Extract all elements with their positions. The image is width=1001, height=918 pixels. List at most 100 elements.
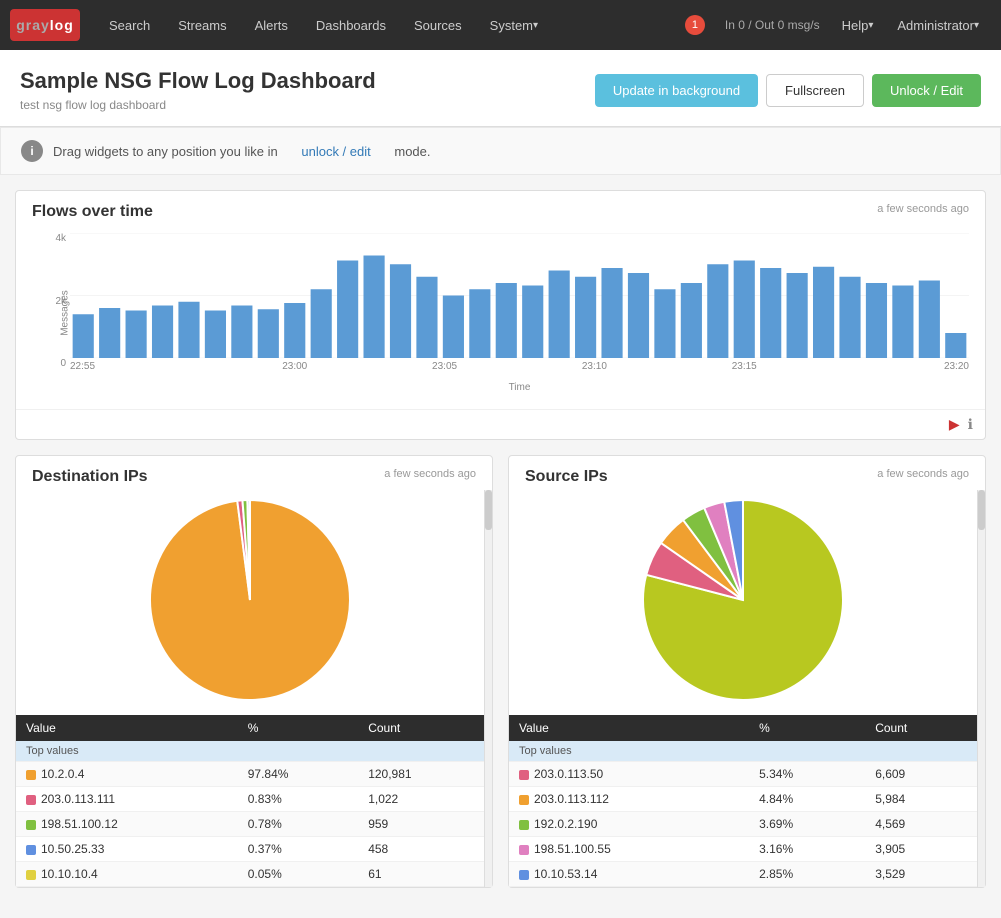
src-ips-timestamp: a few seconds ago <box>877 468 969 480</box>
x-tick-2320: 23:20 <box>819 361 969 372</box>
main-content: Flows over time a few seconds ago 4k 2k … <box>0 175 1001 918</box>
y-axis-label: Messages <box>59 290 70 336</box>
src-ips-table: Value % Count Top values 203.0.113. <box>509 715 977 887</box>
src-ip-pct: 3.16% <box>749 837 865 862</box>
flows-widget-timestamp: a few seconds ago <box>877 203 969 215</box>
src-ip-value: 192.0.2.190 <box>509 812 749 837</box>
info-text-before: Drag widgets to any position you like in <box>53 144 278 159</box>
nav-sources[interactable]: Sources <box>400 0 476 50</box>
info-text-after: mode. <box>394 144 430 159</box>
src-ip-count: 4,569 <box>865 812 977 837</box>
x-tick-2315: 23:15 <box>669 361 819 372</box>
source-ips-widget: Source IPs a few seconds ago <box>508 455 986 888</box>
table-row: 203.0.113.111 0.83% 1,022 <box>16 787 484 812</box>
dest-ip-value: 10.50.25.33 <box>16 837 238 862</box>
unlock-edit-button[interactable]: Unlock / Edit <box>872 74 981 107</box>
page-header: Sample NSG Flow Log Dashboard test nsg f… <box>0 50 1001 127</box>
src-ip-count: 3,905 <box>865 837 977 862</box>
info-circle-icon[interactable]: ℹ <box>968 416 973 433</box>
dest-ip-pct: 97.84% <box>238 762 358 787</box>
brand-logo[interactable]: graylog <box>10 9 80 41</box>
y-tick-4k: 4k <box>55 233 66 244</box>
bar-chart <box>70 233 969 358</box>
info-bar: i Drag widgets to any position you like … <box>0 127 1001 175</box>
dest-pie-container <box>16 490 484 715</box>
flows-over-time-widget: Flows over time a few seconds ago 4k 2k … <box>15 190 986 440</box>
nav-search[interactable]: Search <box>95 0 164 50</box>
x-tick-2255: 22:55 <box>70 361 220 372</box>
dest-ip-pct: 0.05% <box>238 862 358 887</box>
x-tick-2305: 23:05 <box>370 361 520 372</box>
src-ips-scroll[interactable]: Value % Count Top values 203.0.113. <box>509 490 985 887</box>
info-icon: i <box>21 140 43 162</box>
dest-ip-value: 198.51.100.12 <box>16 812 238 837</box>
dest-scrollbar[interactable] <box>484 490 492 887</box>
x-axis-label: Time <box>70 382 969 393</box>
fullscreen-button[interactable]: Fullscreen <box>766 74 864 107</box>
notification-badge[interactable]: 1 <box>685 15 705 35</box>
play-icon[interactable]: ▶ <box>949 416 960 433</box>
src-ip-value: 198.51.100.55 <box>509 837 749 862</box>
dest-ip-count: 61 <box>358 862 484 887</box>
update-background-button[interactable]: Update in background <box>595 74 758 107</box>
src-pie-chart <box>643 500 843 700</box>
admin-menu[interactable]: Administrator <box>885 0 991 50</box>
dest-ip-count: 120,981 <box>358 762 484 787</box>
dest-ip-value: 203.0.113.111 <box>16 787 238 812</box>
table-row: 10.10.10.4 0.05% 61 <box>16 862 484 887</box>
dest-col-value: Value <box>16 715 238 741</box>
dest-ips-timestamp: a few seconds ago <box>384 468 476 480</box>
table-row: 10.2.0.4 97.84% 120,981 <box>16 762 484 787</box>
src-col-pct: % <box>749 715 865 741</box>
dest-ips-scroll[interactable]: Value % Count Top values 10.2.0.4 <box>16 490 492 887</box>
dest-ips-body: Value % Count Top values 10.2.0.4 <box>16 490 484 887</box>
table-row: 203.0.113.50 5.34% 6,609 <box>509 762 977 787</box>
dest-ip-pct: 0.78% <box>238 812 358 837</box>
dest-ips-header: Destination IPs a few seconds ago <box>16 456 492 490</box>
help-menu[interactable]: Help <box>830 0 886 50</box>
dest-pie-chart <box>150 500 350 700</box>
table-row: 10.10.53.14 2.85% 3,529 <box>509 862 977 887</box>
header-buttons: Update in background Fullscreen Unlock /… <box>595 74 981 107</box>
src-ip-count: 6,609 <box>865 762 977 787</box>
src-top-values-row: Top values <box>509 741 977 762</box>
src-ip-pct: 2.85% <box>749 862 865 887</box>
dest-col-pct: % <box>238 715 358 741</box>
page-title: Sample NSG Flow Log Dashboard <box>20 68 376 94</box>
dest-ip-value: 10.2.0.4 <box>16 762 238 787</box>
src-top-values-label: Top values <box>509 741 977 762</box>
src-ips-title: Source IPs <box>525 468 608 486</box>
nav-alerts[interactable]: Alerts <box>241 0 302 50</box>
nav-streams[interactable]: Streams <box>164 0 240 50</box>
src-col-count: Count <box>865 715 977 741</box>
nav-dashboards[interactable]: Dashboards <box>302 0 400 50</box>
navbar: graylog Search Streams Alerts Dashboards… <box>0 0 1001 50</box>
x-tick-2300: 23:00 <box>220 361 370 372</box>
x-tick-2310: 23:10 <box>519 361 669 372</box>
src-ip-value: 203.0.113.112 <box>509 787 749 812</box>
unlock-edit-link[interactable]: unlock / edit <box>301 144 370 159</box>
flows-widget-header: Flows over time a few seconds ago <box>16 191 985 225</box>
dest-ips-table: Value % Count Top values 10.2.0.4 <box>16 715 484 887</box>
table-row: 10.50.25.33 0.37% 458 <box>16 837 484 862</box>
dest-ip-count: 1,022 <box>358 787 484 812</box>
dest-ip-count: 959 <box>358 812 484 837</box>
two-col-widgets: Destination IPs a few seconds ago <box>15 455 986 903</box>
dest-ips-title: Destination IPs <box>32 468 148 486</box>
flows-widget-body: 4k 2k 0 Messages 22:55 23:00 <box>16 225 985 409</box>
table-row: 198.51.100.55 3.16% 3,905 <box>509 837 977 862</box>
src-ip-pct: 3.69% <box>749 812 865 837</box>
table-row: 203.0.113.112 4.84% 5,984 <box>509 787 977 812</box>
nav-system[interactable]: System <box>476 0 552 50</box>
title-block: Sample NSG Flow Log Dashboard test nsg f… <box>20 68 376 112</box>
dest-ip-pct: 0.83% <box>238 787 358 812</box>
dest-col-count: Count <box>358 715 484 741</box>
src-ip-pct: 4.84% <box>749 787 865 812</box>
table-row: 192.0.2.190 3.69% 4,569 <box>509 812 977 837</box>
src-ip-pct: 5.34% <box>749 762 865 787</box>
src-scrollbar[interactable] <box>977 490 985 887</box>
src-col-value: Value <box>509 715 749 741</box>
src-ips-body: Value % Count Top values 203.0.113. <box>509 490 977 887</box>
throughput-display: In 0 / Out 0 msg/s <box>715 18 830 32</box>
src-pie-container <box>509 490 977 715</box>
